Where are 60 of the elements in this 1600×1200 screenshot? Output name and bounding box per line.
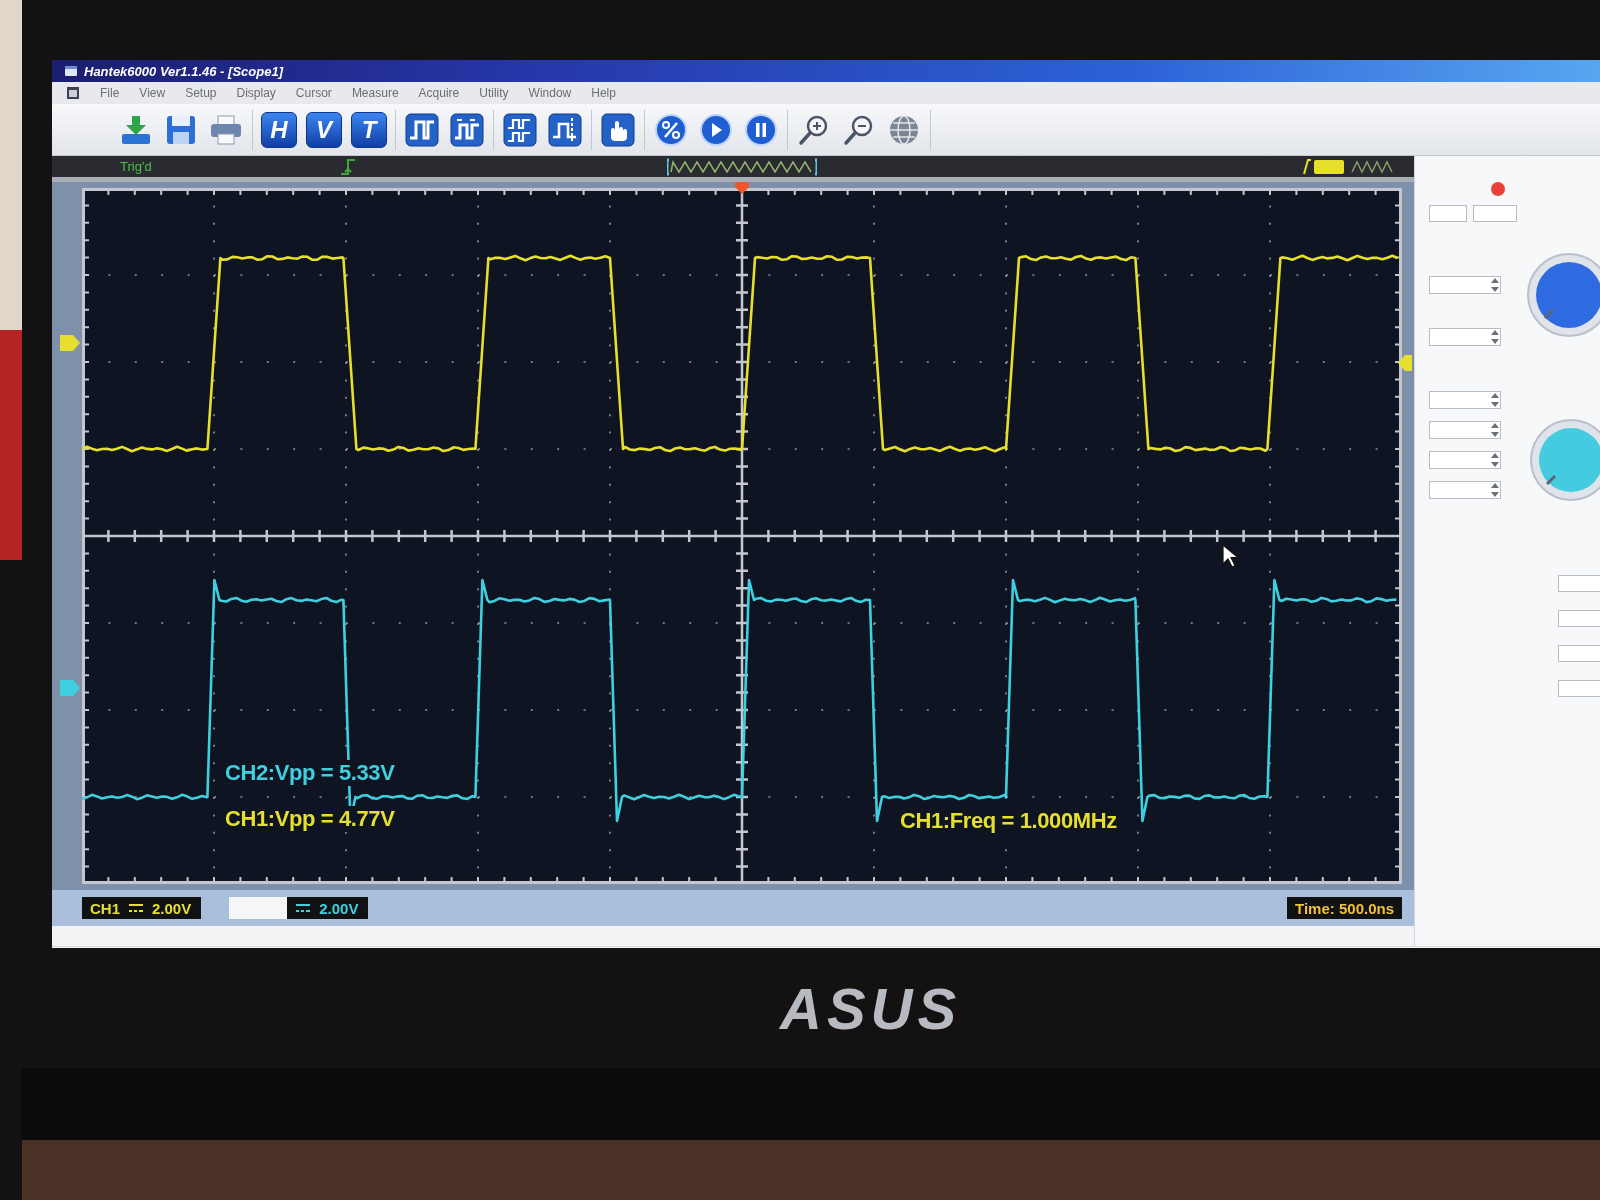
menu-item[interactable]: Cursor (295, 86, 332, 100)
input-field[interactable] (1558, 575, 1600, 592)
trigger-state-label: Trig'd (120, 159, 152, 174)
square-wave-icon (450, 112, 484, 147)
input-field[interactable] (1429, 205, 1467, 222)
waveform-cursor-icon (548, 112, 582, 147)
menu-item[interactable]: Help (591, 86, 616, 100)
waveform-position-icon (667, 157, 817, 176)
dc-coupling-icon (295, 903, 312, 913)
brand-logo: ASUS (780, 974, 962, 1042)
menu-item[interactable]: File (100, 86, 120, 100)
spinner-arrows-icon (1490, 482, 1500, 498)
spin-box[interactable] (1429, 276, 1501, 294)
globe-icon (887, 112, 921, 147)
input-field[interactable] (1558, 610, 1600, 627)
input-field[interactable] (1473, 205, 1517, 222)
measurement-readout: CH1:Vpp = 4.77V (222, 806, 398, 832)
menu-item[interactable]: Acquire (418, 86, 460, 100)
spinner-arrows-icon (1490, 277, 1500, 293)
spin-box[interactable] (1429, 391, 1501, 409)
trigger-level-marker-icon (1398, 355, 1412, 371)
document-icon (66, 86, 80, 100)
menu-item[interactable]: Display (236, 86, 276, 100)
menu-item[interactable]: Utility (479, 86, 509, 100)
input-field[interactable] (1558, 645, 1600, 662)
volts-per-division: 2.00V (152, 899, 192, 917)
status-dot-icon (1491, 182, 1505, 196)
play-icon (699, 112, 733, 147)
app-icon (64, 64, 78, 78)
spin-box[interactable] (1429, 421, 1501, 439)
spin-box[interactable] (1429, 328, 1501, 346)
menu-item[interactable]: Measure (351, 86, 399, 100)
pause-icon (744, 112, 778, 147)
channel-label[interactable]: CH1 (82, 897, 120, 919)
menu-item[interactable]: Window (528, 86, 572, 100)
volts-per-division: 2.00V (319, 899, 359, 917)
dc-coupling-icon (128, 903, 144, 913)
mouse-pointer-icon (1222, 544, 1238, 568)
printer-icon (209, 112, 243, 147)
spinner-arrows-icon (1490, 452, 1500, 468)
letter-button[interactable]: H (261, 111, 297, 148)
spin-box[interactable] (1429, 481, 1501, 499)
channel-zero-marker-icon (60, 680, 80, 696)
stacked-waves-icon (503, 112, 537, 147)
letter-button[interactable]: V (306, 111, 342, 148)
channel-zero-marker-icon (60, 335, 80, 351)
spin-box[interactable] (1429, 451, 1501, 469)
spinner-arrows-icon (1490, 329, 1500, 345)
letter-button[interactable]: T (351, 111, 387, 148)
hand-icon (601, 112, 635, 147)
square-wave-icon (405, 112, 439, 147)
menu-item[interactable]: Setup (185, 86, 217, 100)
menu-item[interactable]: View (139, 86, 166, 100)
window-title: Hantek6000 Ver1.1.46 - [Scope1] (84, 63, 283, 79)
input-field[interactable] (1558, 680, 1600, 697)
timebase-label: Time: 500.0ns (1287, 897, 1402, 919)
percent-icon (654, 112, 688, 147)
spinner-arrows-icon (1490, 422, 1500, 438)
measurement-readout: CH2:Vpp = 5.33V (222, 760, 398, 786)
spinner-arrows-icon (1490, 392, 1500, 408)
